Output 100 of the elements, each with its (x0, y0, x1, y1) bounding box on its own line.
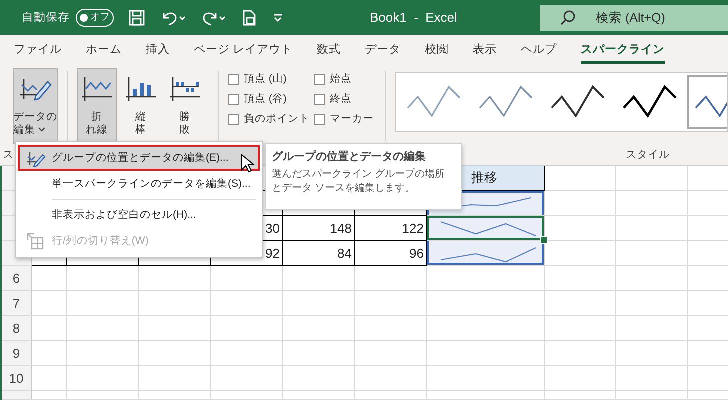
empty-cell[interactable] (139, 341, 211, 366)
empty-cell[interactable] (283, 316, 355, 341)
empty-cell[interactable] (355, 291, 427, 316)
empty-cell[interactable] (427, 391, 545, 400)
empty-cell[interactable] (355, 391, 427, 400)
ribbon-tab[interactable]: ヘルプ (521, 38, 558, 64)
sparkline-type-button[interactable]: 勝 敗 (165, 68, 205, 144)
empty-cell[interactable] (355, 341, 427, 366)
edit-data-button[interactable]: データの 編集 (13, 68, 58, 144)
ribbon-tab[interactable]: ホーム (86, 38, 122, 64)
empty-cell[interactable] (211, 316, 283, 341)
menu-item[interactable]: 単一スパークラインのデータを編集(S)... (18, 171, 260, 197)
empty-cell[interactable] (616, 391, 688, 400)
menu-item[interactable]: グループの位置とデータの編集(E)... (18, 145, 260, 171)
empty-cell[interactable] (67, 316, 139, 341)
empty-cell[interactable] (139, 266, 211, 291)
empty-cell[interactable] (427, 341, 545, 366)
empty-cell[interactable] (355, 316, 427, 341)
search-field[interactable]: 検索 (Alt+Q) (540, 4, 728, 30)
ribbon-tab[interactable]: 校閲 (425, 38, 450, 64)
row-header[interactable]: 10 (2, 366, 32, 391)
tooltip-title: グループの位置とデータの編集 (272, 150, 427, 164)
sparkline-type-button[interactable]: 折 れ線 (77, 68, 117, 144)
empty-cell[interactable] (545, 391, 616, 400)
empty-cell[interactable] (427, 266, 545, 291)
empty-cell[interactable] (211, 391, 283, 400)
empty-cell[interactable] (67, 366, 139, 391)
empty-cell[interactable] (355, 366, 427, 391)
row-header[interactable]: 6 (2, 266, 32, 291)
group-label: ス (3, 148, 14, 162)
empty-cell[interactable] (616, 366, 688, 391)
ribbon-tab[interactable]: 表示 (473, 38, 498, 64)
empty-cell[interactable] (545, 291, 616, 316)
empty-cell[interactable] (616, 316, 688, 341)
checkbox-label: 負のポイント (244, 112, 310, 126)
save-icon[interactable] (128, 8, 146, 26)
empty-cell[interactable] (616, 166, 688, 191)
checkbox-label: 始点 (330, 72, 352, 86)
checkbox-label: マーカー (330, 112, 374, 126)
checkbox[interactable] (314, 74, 325, 84)
empty-cell[interactable] (427, 291, 545, 316)
empty-cell[interactable] (545, 366, 616, 391)
table-cell: 148 (283, 216, 355, 241)
ribbon-tab[interactable]: ページ レイアウト (194, 38, 294, 64)
empty-cell[interactable] (616, 191, 688, 216)
caret-icon (38, 126, 46, 133)
checkbox[interactable] (228, 74, 239, 84)
window-title: Book1 - Excel (370, 10, 458, 25)
empty-cell[interactable] (283, 366, 355, 391)
empty-cell[interactable] (139, 316, 211, 341)
empty-cell[interactable] (67, 341, 139, 366)
empty-cell[interactable] (211, 291, 283, 316)
empty-cell[interactable] (355, 266, 427, 291)
grid-arrow-icon (26, 232, 46, 250)
ribbon-tab[interactable]: ファイル (14, 38, 62, 64)
group-label: スタイル (626, 148, 670, 162)
caret-icon[interactable] (272, 12, 284, 24)
empty-cell[interactable] (616, 291, 688, 316)
checkbox[interactable] (228, 94, 239, 104)
checkbox[interactable] (314, 94, 325, 104)
empty-cell[interactable] (283, 266, 355, 291)
empty-cell[interactable] (139, 291, 211, 316)
checkbox[interactable] (228, 114, 239, 124)
empty-cell[interactable] (545, 316, 616, 341)
empty-cell[interactable] (67, 266, 139, 291)
empty-cell[interactable] (616, 341, 688, 366)
row-header[interactable]: 9 (2, 341, 32, 366)
empty-cell[interactable] (545, 266, 616, 291)
empty-cell[interactable] (139, 366, 211, 391)
sparkline-pencil-icon (26, 149, 46, 167)
empty-cell[interactable] (283, 391, 355, 400)
empty-cell[interactable] (616, 266, 688, 291)
empty-cell[interactable] (67, 291, 139, 316)
empty-cell[interactable] (211, 266, 283, 291)
checkbox-label: 頂点 (山) (244, 72, 287, 86)
empty-cell[interactable] (616, 241, 688, 266)
autosave-label: 自動保存 (22, 10, 70, 25)
empty-cell[interactable] (545, 341, 616, 366)
empty-cell[interactable] (427, 316, 545, 341)
ribbon-tab[interactable]: 挿入 (146, 38, 170, 64)
checkbox-label: 頂点 (谷) (244, 92, 287, 106)
empty-cell[interactable] (283, 291, 355, 316)
ribbon-tab[interactable]: データ (365, 38, 402, 64)
checkbox[interactable] (314, 114, 325, 124)
row-header[interactable]: 7 (2, 291, 32, 316)
sparkline-type-button[interactable]: 縦 棒 (121, 68, 161, 144)
empty-cell[interactable] (427, 366, 545, 391)
empty-cell[interactable] (211, 341, 283, 366)
row-header[interactable] (2, 391, 32, 400)
empty-cell[interactable] (139, 391, 211, 400)
row-header[interactable]: 8 (2, 316, 32, 341)
ribbon-tab[interactable]: 数式 (317, 38, 342, 64)
mouse-pointer-icon (241, 154, 255, 174)
empty-cell[interactable] (283, 341, 355, 366)
table-cell: 84 (283, 241, 355, 266)
fill-handle[interactable] (540, 236, 548, 244)
empty-cell[interactable] (616, 216, 688, 241)
empty-cell[interactable] (67, 391, 139, 400)
autosave-toggle[interactable]: オフ (76, 8, 114, 26)
empty-cell[interactable] (211, 366, 283, 391)
